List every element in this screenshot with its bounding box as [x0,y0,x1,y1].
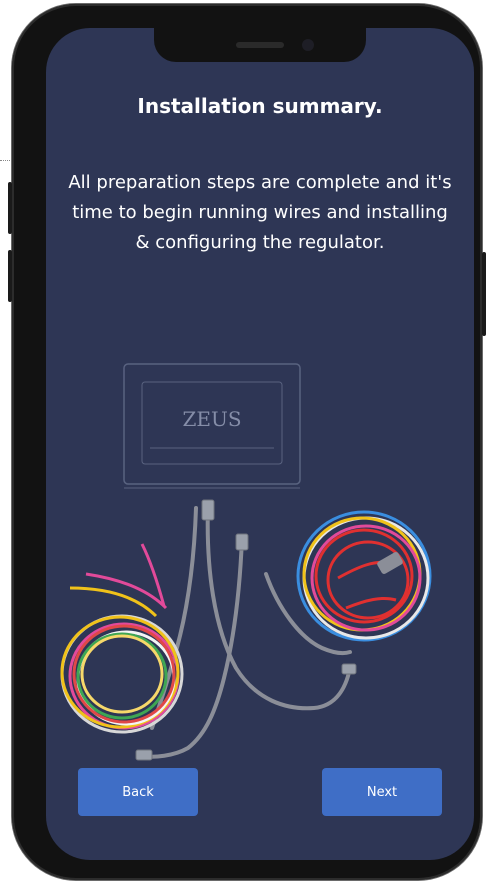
connectors [135,499,357,761]
next-button[interactable]: Next [322,768,442,816]
regulator-product-image: ZEUS [60,363,432,761]
back-button[interactable]: Back [78,768,198,816]
volume-up-button [8,182,12,234]
page-description: All preparation steps are complete and i… [68,172,452,253]
app-screen: Installation summary. All preparation st… [46,28,474,860]
left-wire-coil [60,543,184,734]
volume-down-button [8,250,12,302]
page-title: Installation summary. [137,94,383,118]
regulator-logo: ZEUS [182,407,241,431]
notch [154,28,366,62]
right-wire-coil [296,510,432,642]
phone-frame: Installation summary. All preparation st… [8,4,486,880]
front-camera [302,39,314,51]
power-button [482,252,486,336]
speaker [236,42,284,48]
